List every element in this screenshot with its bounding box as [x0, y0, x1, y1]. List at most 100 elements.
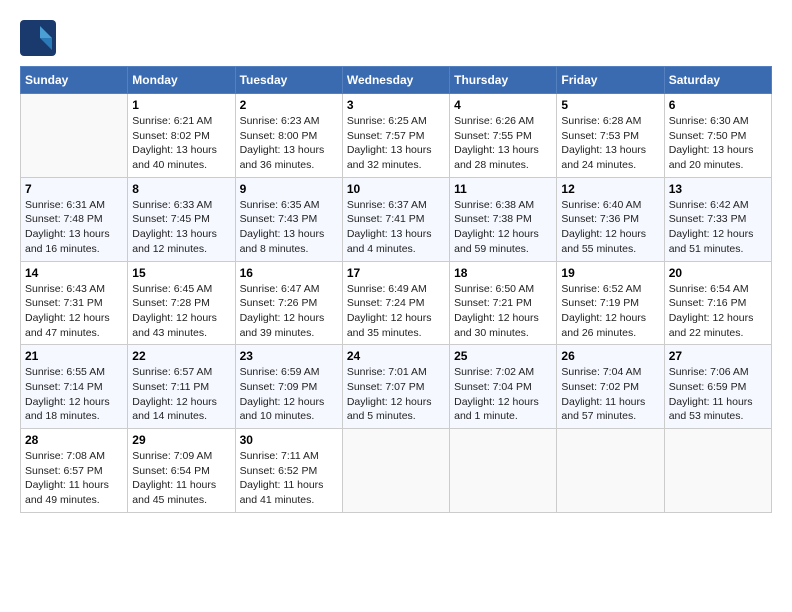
day-number: 19 — [561, 266, 659, 280]
day-info: Sunrise: 6:21 AMSunset: 8:02 PMDaylight:… — [132, 114, 230, 173]
calendar-cell — [342, 429, 449, 513]
weekday-row: SundayMondayTuesdayWednesdayThursdayFrid… — [21, 67, 772, 94]
calendar-cell — [450, 429, 557, 513]
calendar-cell: 7 Sunrise: 6:31 AMSunset: 7:48 PMDaylight… — [21, 177, 128, 261]
day-number: 7 — [25, 182, 123, 196]
calendar-cell: 9Sunrise: 6:35 AMSunset: 7:43 PMDaylight… — [235, 177, 342, 261]
calendar-cell: 27Sunrise: 7:06 AMSunset: 6:59 PMDayligh… — [664, 345, 771, 429]
calendar-cell — [557, 429, 664, 513]
weekday-header: Tuesday — [235, 67, 342, 94]
weekday-header: Monday — [128, 67, 235, 94]
calendar-cell: 6 Sunrise: 6:30 AMSunset: 7:50 PMDaylight… — [664, 94, 771, 178]
day-info: Sunrise: 6:52 AMSunset: 7:19 PMDaylight:… — [561, 282, 659, 341]
day-number: 2 — [240, 98, 338, 112]
day-info: Sunrise: 6:33 AMSunset: 7:45 PMDaylight:… — [132, 198, 230, 257]
calendar-cell — [664, 429, 771, 513]
calendar-cell: 21 Sunrise: 6:55 AMSunset: 7:14 PMDayligh… — [21, 345, 128, 429]
day-number: 25 — [454, 349, 552, 363]
calendar-cell: 12 Sunrise: 6:40 AMSunset: 7:36 PMDayligh… — [557, 177, 664, 261]
day-info: Sunrise: 7:06 AMSunset: 6:59 PMDaylight:… — [669, 365, 767, 424]
day-number: 6 — [669, 98, 767, 112]
day-number: 3 — [347, 98, 445, 112]
weekday-header: Saturday — [664, 67, 771, 94]
calendar-cell: 22 Sunrise: 6:57 AMSunset: 7:11 PMDayligh… — [128, 345, 235, 429]
calendar-cell: 8Sunrise: 6:33 AMSunset: 7:45 PMDaylight… — [128, 177, 235, 261]
day-number: 10 — [347, 182, 445, 196]
calendar-cell: 10Sunrise: 6:37 AMSunset: 7:41 PMDayligh… — [342, 177, 449, 261]
calendar-cell: 20 Sunrise: 6:54 AMSunset: 7:16 PMDayligh… — [664, 261, 771, 345]
weekday-header: Friday — [557, 67, 664, 94]
weekday-header: Wednesday — [342, 67, 449, 94]
calendar-table: SundayMondayTuesdayWednesdayThursdayFrid… — [20, 66, 772, 513]
calendar-cell: 18 Sunrise: 6:50 AMSunset: 7:21 PMDayligh… — [450, 261, 557, 345]
day-number: 22 — [132, 349, 230, 363]
day-info: Sunrise: 6:38 AMSunset: 7:38 PMDaylight:… — [454, 198, 552, 257]
day-number: 5 — [561, 98, 659, 112]
calendar-cell: 16Sunrise: 6:47 AMSunset: 7:26 PMDayligh… — [235, 261, 342, 345]
day-info: Sunrise: 6:40 AMSunset: 7:36 PMDaylight:… — [561, 198, 659, 257]
day-info: Sunrise: 6:31 AMSunset: 7:48 PMDaylight:… — [25, 198, 123, 257]
calendar-week-row: 14Sunrise: 6:43 AMSunset: 7:31 PMDayligh… — [21, 261, 772, 345]
day-info: Sunrise: 7:01 AMSunset: 7:07 PMDaylight:… — [347, 365, 445, 424]
day-number: 21 — [25, 349, 123, 363]
day-number: 26 — [561, 349, 659, 363]
day-number: 13 — [669, 182, 767, 196]
day-number: 28 — [25, 433, 123, 447]
calendar-cell — [21, 94, 128, 178]
logo-icon — [20, 20, 56, 56]
calendar-cell: 3 Sunrise: 6:25 AMSunset: 7:57 PMDaylight… — [342, 94, 449, 178]
calendar-header: SundayMondayTuesdayWednesdayThursdayFrid… — [21, 67, 772, 94]
day-info: Sunrise: 6:30 AMSunset: 7:50 PMDaylight:… — [669, 114, 767, 173]
calendar-cell: 19 Sunrise: 6:52 AMSunset: 7:19 PMDayligh… — [557, 261, 664, 345]
day-info: Sunrise: 6:55 AMSunset: 7:14 PMDaylight:… — [25, 365, 123, 424]
day-info: Sunrise: 6:49 AMSunset: 7:24 PMDaylight:… — [347, 282, 445, 341]
calendar-cell: 24 Sunrise: 7:01 AMSunset: 7:07 PMDayligh… — [342, 345, 449, 429]
day-number: 18 — [454, 266, 552, 280]
day-info: Sunrise: 6:26 AMSunset: 7:55 PMDaylight:… — [454, 114, 552, 173]
weekday-header: Sunday — [21, 67, 128, 94]
day-number: 30 — [240, 433, 338, 447]
day-number: 29 — [132, 433, 230, 447]
weekday-header: Thursday — [450, 67, 557, 94]
day-info: Sunrise: 6:45 AMSunset: 7:28 PMDaylight:… — [132, 282, 230, 341]
page-header — [20, 20, 772, 56]
day-number: 15 — [132, 266, 230, 280]
day-number: 14 — [25, 266, 123, 280]
logo — [20, 20, 62, 56]
calendar-cell: 11 Sunrise: 6:38 AMSunset: 7:38 PMDayligh… — [450, 177, 557, 261]
day-info: Sunrise: 6:35 AMSunset: 7:43 PMDaylight:… — [240, 198, 338, 257]
day-number: 24 — [347, 349, 445, 363]
calendar-cell: 14Sunrise: 6:43 AMSunset: 7:31 PMDayligh… — [21, 261, 128, 345]
day-number: 17 — [347, 266, 445, 280]
day-info: Sunrise: 6:54 AMSunset: 7:16 PMDaylight:… — [669, 282, 767, 341]
day-info: Sunrise: 6:59 AMSunset: 7:09 PMDaylight:… — [240, 365, 338, 424]
day-info: Sunrise: 6:25 AMSunset: 7:57 PMDaylight:… — [347, 114, 445, 173]
calendar-cell: 5 Sunrise: 6:28 AMSunset: 7:53 PMDaylight… — [557, 94, 664, 178]
calendar-cell: 26 Sunrise: 7:04 AMSunset: 7:02 PMDayligh… — [557, 345, 664, 429]
day-info: Sunrise: 6:57 AMSunset: 7:11 PMDaylight:… — [132, 365, 230, 424]
day-info: Sunrise: 7:11 AMSunset: 6:52 PMDaylight:… — [240, 449, 338, 508]
day-info: Sunrise: 7:02 AMSunset: 7:04 PMDaylight:… — [454, 365, 552, 424]
calendar-week-row: 7 Sunrise: 6:31 AMSunset: 7:48 PMDaylight… — [21, 177, 772, 261]
day-info: Sunrise: 6:42 AMSunset: 7:33 PMDaylight:… — [669, 198, 767, 257]
calendar-cell: 2 Sunrise: 6:23 AMSunset: 8:00 PMDaylight… — [235, 94, 342, 178]
calendar-week-row: 28 Sunrise: 7:08 AMSunset: 6:57 PMDayligh… — [21, 429, 772, 513]
calendar-cell: 1 Sunrise: 6:21 AMSunset: 8:02 PMDaylight… — [128, 94, 235, 178]
day-info: Sunrise: 6:50 AMSunset: 7:21 PMDaylight:… — [454, 282, 552, 341]
day-number: 11 — [454, 182, 552, 196]
day-info: Sunrise: 7:08 AMSunset: 6:57 PMDaylight:… — [25, 449, 123, 508]
calendar-cell: 15 Sunrise: 6:45 AMSunset: 7:28 PMDayligh… — [128, 261, 235, 345]
calendar-cell: 17 Sunrise: 6:49 AMSunset: 7:24 PMDayligh… — [342, 261, 449, 345]
day-info: Sunrise: 7:04 AMSunset: 7:02 PMDaylight:… — [561, 365, 659, 424]
day-info: Sunrise: 6:23 AMSunset: 8:00 PMDaylight:… — [240, 114, 338, 173]
day-info: Sunrise: 6:28 AMSunset: 7:53 PMDaylight:… — [561, 114, 659, 173]
day-number: 12 — [561, 182, 659, 196]
day-number: 1 — [132, 98, 230, 112]
day-info: Sunrise: 7:09 AMSunset: 6:54 PMDaylight:… — [132, 449, 230, 508]
calendar-cell: 13 Sunrise: 6:42 AMSunset: 7:33 PMDayligh… — [664, 177, 771, 261]
day-info: Sunrise: 6:47 AMSunset: 7:26 PMDaylight:… — [240, 282, 338, 341]
day-number: 23 — [240, 349, 338, 363]
day-number: 20 — [669, 266, 767, 280]
calendar-body: 1 Sunrise: 6:21 AMSunset: 8:02 PMDaylight… — [21, 94, 772, 513]
calendar-week-row: 21 Sunrise: 6:55 AMSunset: 7:14 PMDayligh… — [21, 345, 772, 429]
